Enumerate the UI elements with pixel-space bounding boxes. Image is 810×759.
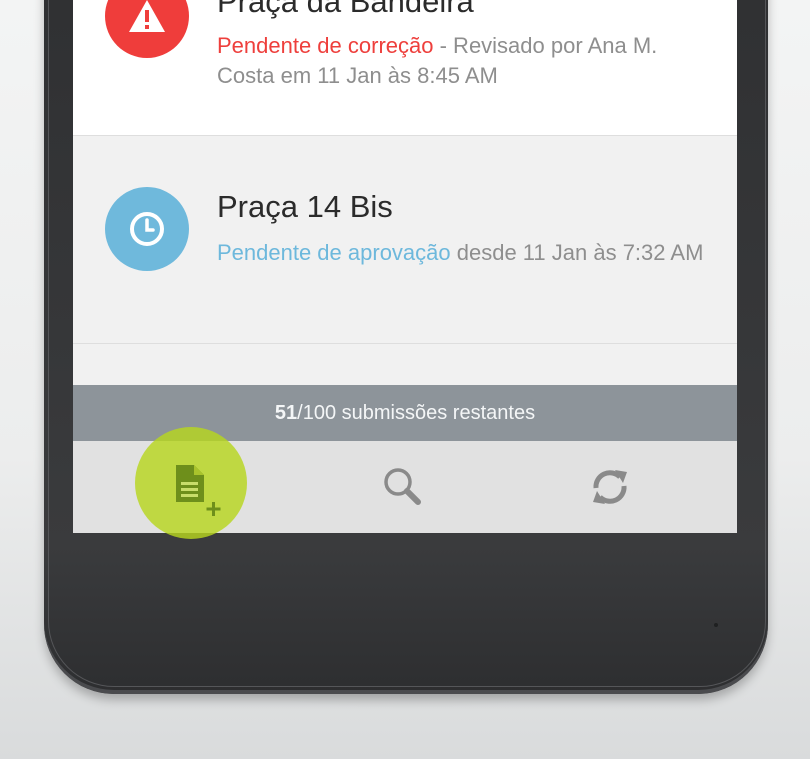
list-item[interactable]: Praça da Bandeira Pendente de correção -… <box>73 0 737 136</box>
new-document-icon <box>176 465 221 516</box>
phone-sensor-dot <box>714 623 718 627</box>
submissions-text: /100 submissões restantes <box>297 401 536 424</box>
status-label: Pendente de correção <box>217 33 434 58</box>
item-title: Praça 14 Bis <box>217 189 393 224</box>
item-title: Praça da Bandeira <box>217 0 474 19</box>
sync-button[interactable] <box>560 441 660 533</box>
list-item[interactable]: Praça 14 Bis Pendente de aprovação desde… <box>73 136 737 344</box>
submissions-used: 51 <box>274 401 298 424</box>
status-label: Pendente de aprovação <box>217 240 451 265</box>
item-detail: Pendente de correção - Revisado por Ana … <box>217 31 717 91</box>
clock-icon <box>105 187 189 271</box>
sync-icon <box>593 470 627 504</box>
search-icon <box>384 468 421 505</box>
warning-icon <box>105 0 189 58</box>
pending-info: desde 11 Jan às 7:32 AM <box>450 240 704 265</box>
item-detail: Pendente de aprovação desde 11 Jan às 7:… <box>217 238 717 268</box>
search-button[interactable] <box>353 441 453 533</box>
